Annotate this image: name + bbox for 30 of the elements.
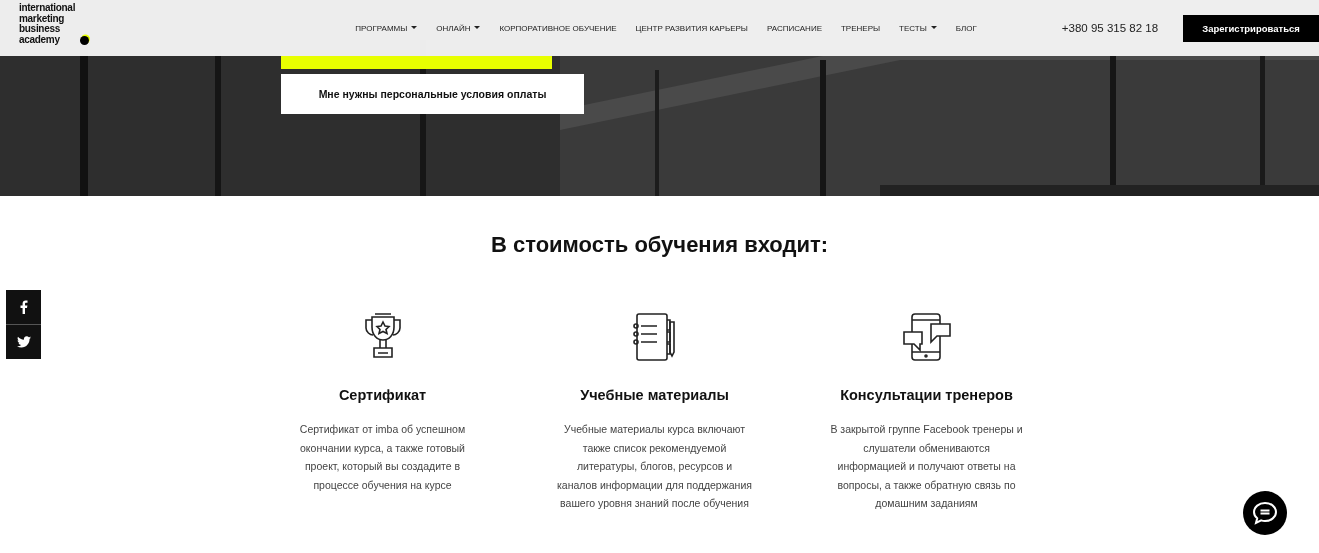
caret-icon — [930, 26, 937, 30]
feature-description: В закрытой группе Facebook тренеры и слушатели обмениваются информацией и получают ответы на вопросы, а также обратную связь по домашним заданиям — [829, 422, 1024, 511]
nav-link[interactable]: ТРЕНЕРЫ — [841, 23, 881, 33]
phone-chat-icon — [902, 312, 951, 362]
feature-description: Сертификат от imba об успешном окончании курса, а также готовый проект, который вы создадите в процессе обучения на курсе — [298, 422, 467, 493]
register-button[interactable]: Зарегистрироваться — [1183, 14, 1319, 42]
feature-title: Сертификат — [338, 387, 427, 403]
payment-button[interactable]: Мне нужны персональные условия оплаты — [281, 74, 584, 114]
nav-link[interactable]: ПРОГРАММЫ — [355, 23, 418, 33]
share-button[interactable] — [6, 290, 41, 324]
feature-title: Консультации тренеров — [840, 387, 1013, 403]
logo-text[interactable]: international marketing business academy — [19, 3, 91, 45]
share-button[interactable] — [6, 325, 41, 359]
phone-number[interactable]: +380 95 315 82 18 — [1061, 22, 1159, 34]
facebook-icon — [19, 300, 28, 314]
bird-icon — [16, 336, 31, 348]
caret-icon — [474, 26, 481, 30]
nav-link[interactable]: ОНЛАЙН — [436, 23, 481, 33]
logo-dot-icon — [79, 34, 91, 46]
nav-link[interactable]: ЦЕНТР РАЗВИТИЯ КАРЬЕРЫ — [635, 23, 748, 33]
nav-link[interactable]: БЛОГ — [955, 23, 977, 33]
nav-link[interactable]: РАСПИСАНИЕ — [766, 23, 822, 33]
section-title: В стоимость обучения входит: — [489, 232, 830, 258]
chat-button[interactable] — [1243, 491, 1287, 535]
caret-icon — [411, 26, 418, 30]
feature-description: Учебные материалы курса включают также список рекомендуемой литературы, блогов, ресурсов и каналов информации для поддержания вашего уровня знаний после обучения — [556, 422, 753, 511]
nav-link[interactable]: КОРПОРАТИВНОЕ ОБУЧЕНИЕ — [499, 23, 617, 33]
chat-bubble-icon — [1252, 501, 1278, 525]
nav-link[interactable]: ТЕСТЫ — [899, 23, 937, 33]
feature-title: Учебные материалы — [580, 387, 729, 403]
